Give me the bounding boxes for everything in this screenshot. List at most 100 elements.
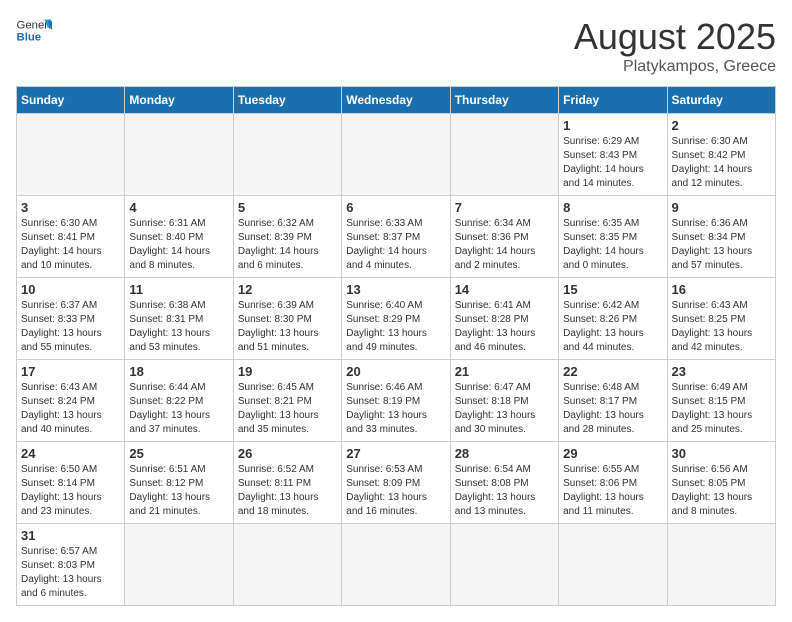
day-number: 2: [672, 118, 771, 133]
calendar-week-5: 24 Sunrise: 6:50 AM Sunset: 8:14 PM Dayli…: [17, 442, 776, 524]
day-info: Sunrise: 6:53 AM Sunset: 8:09 PM Dayligh…: [346, 463, 445, 519]
logo: General Blue: [16, 16, 52, 44]
day-number: 10: [21, 282, 120, 297]
calendar-cell: [17, 114, 125, 196]
day-number: 7: [455, 200, 554, 215]
day-number: 30: [672, 446, 771, 461]
calendar-cell: 27 Sunrise: 6:53 AM Sunset: 8:09 PM Dayli…: [342, 442, 450, 524]
calendar-cell: [450, 524, 558, 606]
day-info: Sunrise: 6:48 AM Sunset: 8:17 PM Dayligh…: [563, 381, 662, 437]
day-info: Sunrise: 6:43 AM Sunset: 8:25 PM Dayligh…: [672, 299, 771, 355]
day-number: 16: [672, 282, 771, 297]
calendar-cell: [125, 114, 233, 196]
column-header-sunday: Sunday: [17, 87, 125, 114]
header-row: SundayMondayTuesdayWednesdayThursdayFrid…: [17, 87, 776, 114]
day-number: 15: [563, 282, 662, 297]
column-header-wednesday: Wednesday: [342, 87, 450, 114]
calendar-cell: 1Sunrise: 6:29 AM Sunset: 8:43 PM Daylig…: [559, 114, 667, 196]
calendar-cell: 5 Sunrise: 6:32 AM Sunset: 8:39 PM Daylig…: [233, 196, 341, 278]
day-info: Sunrise: 6:29 AM Sunset: 8:43 PM Dayligh…: [563, 135, 662, 191]
day-number: 23: [672, 364, 771, 379]
day-info: Sunrise: 6:34 AM Sunset: 8:36 PM Dayligh…: [455, 217, 554, 273]
calendar-week-1: 1Sunrise: 6:29 AM Sunset: 8:43 PM Daylig…: [17, 114, 776, 196]
day-number: 11: [129, 282, 228, 297]
column-header-thursday: Thursday: [450, 87, 558, 114]
calendar-cell: 17 Sunrise: 6:43 AM Sunset: 8:24 PM Dayli…: [17, 360, 125, 442]
day-number: 5: [238, 200, 337, 215]
day-number: 18: [129, 364, 228, 379]
calendar-cell: 12 Sunrise: 6:39 AM Sunset: 8:30 PM Dayli…: [233, 278, 341, 360]
column-header-monday: Monday: [125, 87, 233, 114]
day-number: 20: [346, 364, 445, 379]
column-header-saturday: Saturday: [667, 87, 775, 114]
day-info: Sunrise: 6:31 AM Sunset: 8:40 PM Dayligh…: [129, 217, 228, 273]
calendar-cell: 7 Sunrise: 6:34 AM Sunset: 8:36 PM Daylig…: [450, 196, 558, 278]
svg-text:Blue: Blue: [17, 32, 42, 44]
calendar-title: August 2025: [574, 16, 776, 58]
calendar-cell: [667, 524, 775, 606]
day-info: Sunrise: 6:32 AM Sunset: 8:39 PM Dayligh…: [238, 217, 337, 273]
calendar-cell: [233, 114, 341, 196]
calendar-cell: 19Sunrise: 6:45 AM Sunset: 8:21 PM Dayli…: [233, 360, 341, 442]
calendar-cell: 25Sunrise: 6:51 AM Sunset: 8:12 PM Dayli…: [125, 442, 233, 524]
calendar-cell: 6 Sunrise: 6:33 AM Sunset: 8:37 PM Daylig…: [342, 196, 450, 278]
calendar-cell: 8 Sunrise: 6:35 AM Sunset: 8:35 PM Daylig…: [559, 196, 667, 278]
calendar-cell: 13 Sunrise: 6:40 AM Sunset: 8:29 PM Dayli…: [342, 278, 450, 360]
day-number: 27: [346, 446, 445, 461]
calendar-cell: 2 Sunrise: 6:30 AM Sunset: 8:42 PM Daylig…: [667, 114, 775, 196]
day-number: 4: [129, 200, 228, 215]
day-info: Sunrise: 6:33 AM Sunset: 8:37 PM Dayligh…: [346, 217, 445, 273]
calendar-cell: 16 Sunrise: 6:43 AM Sunset: 8:25 PM Dayli…: [667, 278, 775, 360]
day-info: Sunrise: 6:39 AM Sunset: 8:30 PM Dayligh…: [238, 299, 337, 355]
column-header-friday: Friday: [559, 87, 667, 114]
day-info: Sunrise: 6:55 AM Sunset: 8:06 PM Dayligh…: [563, 463, 662, 519]
day-info: Sunrise: 6:45 AM Sunset: 8:21 PM Dayligh…: [238, 381, 337, 437]
title-block: August 2025 Platykampos, Greece: [574, 16, 776, 76]
day-info: Sunrise: 6:47 AM Sunset: 8:18 PM Dayligh…: [455, 381, 554, 437]
calendar-cell: 30Sunrise: 6:56 AM Sunset: 8:05 PM Dayli…: [667, 442, 775, 524]
calendar-cell: 24 Sunrise: 6:50 AM Sunset: 8:14 PM Dayli…: [17, 442, 125, 524]
calendar-cell: [125, 524, 233, 606]
calendar-cell: 18 Sunrise: 6:44 AM Sunset: 8:22 PM Dayli…: [125, 360, 233, 442]
calendar-cell: 28Sunrise: 6:54 AM Sunset: 8:08 PM Dayli…: [450, 442, 558, 524]
calendar-cell: 3Sunrise: 6:30 AM Sunset: 8:41 PM Daylig…: [17, 196, 125, 278]
calendar-cell: 11Sunrise: 6:38 AM Sunset: 8:31 PM Dayli…: [125, 278, 233, 360]
day-number: 26: [238, 446, 337, 461]
day-info: Sunrise: 6:35 AM Sunset: 8:35 PM Dayligh…: [563, 217, 662, 273]
calendar-week-3: 10 Sunrise: 6:37 AM Sunset: 8:33 PM Dayli…: [17, 278, 776, 360]
generalblue-logo-icon: General Blue: [16, 16, 52, 44]
page-header: General Blue August 2025 Platykampos, Gr…: [16, 16, 776, 76]
day-info: Sunrise: 6:54 AM Sunset: 8:08 PM Dayligh…: [455, 463, 554, 519]
calendar-cell: 4 Sunrise: 6:31 AM Sunset: 8:40 PM Daylig…: [125, 196, 233, 278]
calendar-cell: 31Sunrise: 6:57 AM Sunset: 8:03 PM Dayli…: [17, 524, 125, 606]
day-number: 13: [346, 282, 445, 297]
calendar-cell: [559, 524, 667, 606]
day-number: 24: [21, 446, 120, 461]
day-number: 12: [238, 282, 337, 297]
day-number: 6: [346, 200, 445, 215]
calendar-week-6: 31Sunrise: 6:57 AM Sunset: 8:03 PM Dayli…: [17, 524, 776, 606]
day-info: Sunrise: 6:43 AM Sunset: 8:24 PM Dayligh…: [21, 381, 120, 437]
day-number: 29: [563, 446, 662, 461]
day-info: Sunrise: 6:37 AM Sunset: 8:33 PM Dayligh…: [21, 299, 120, 355]
calendar-week-2: 3Sunrise: 6:30 AM Sunset: 8:41 PM Daylig…: [17, 196, 776, 278]
calendar-cell: 14Sunrise: 6:41 AM Sunset: 8:28 PM Dayli…: [450, 278, 558, 360]
day-number: 8: [563, 200, 662, 215]
calendar-cell: 20Sunrise: 6:46 AM Sunset: 8:19 PM Dayli…: [342, 360, 450, 442]
day-info: Sunrise: 6:50 AM Sunset: 8:14 PM Dayligh…: [21, 463, 120, 519]
calendar-cell: [450, 114, 558, 196]
column-header-tuesday: Tuesday: [233, 87, 341, 114]
day-info: Sunrise: 6:44 AM Sunset: 8:22 PM Dayligh…: [129, 381, 228, 437]
day-info: Sunrise: 6:51 AM Sunset: 8:12 PM Dayligh…: [129, 463, 228, 519]
day-number: 21: [455, 364, 554, 379]
day-info: Sunrise: 6:40 AM Sunset: 8:29 PM Dayligh…: [346, 299, 445, 355]
calendar-week-4: 17 Sunrise: 6:43 AM Sunset: 8:24 PM Dayli…: [17, 360, 776, 442]
calendar-cell: 21 Sunrise: 6:47 AM Sunset: 8:18 PM Dayli…: [450, 360, 558, 442]
calendar-cell: 9Sunrise: 6:36 AM Sunset: 8:34 PM Daylig…: [667, 196, 775, 278]
calendar-cell: 10 Sunrise: 6:37 AM Sunset: 8:33 PM Dayli…: [17, 278, 125, 360]
calendar-cell: 29 Sunrise: 6:55 AM Sunset: 8:06 PM Dayli…: [559, 442, 667, 524]
day-number: 17: [21, 364, 120, 379]
day-info: Sunrise: 6:30 AM Sunset: 8:42 PM Dayligh…: [672, 135, 771, 191]
day-number: 14: [455, 282, 554, 297]
calendar-cell: 22Sunrise: 6:48 AM Sunset: 8:17 PM Dayli…: [559, 360, 667, 442]
